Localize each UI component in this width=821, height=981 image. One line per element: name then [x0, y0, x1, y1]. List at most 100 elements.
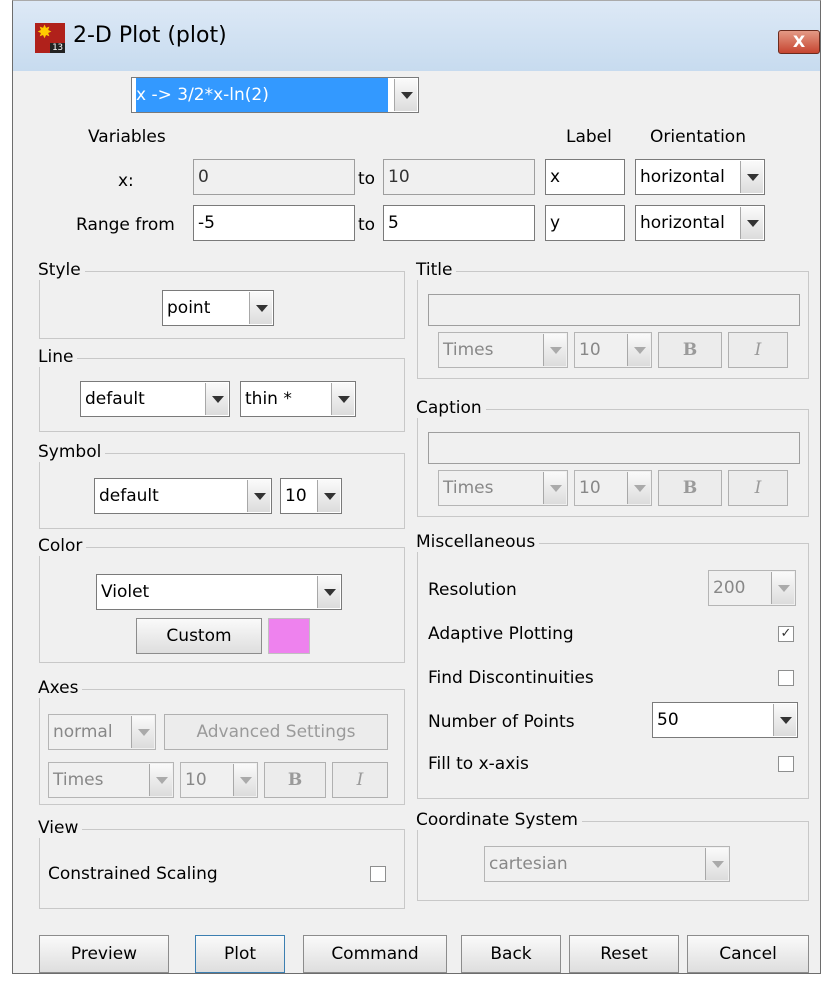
chevron-down-icon[interactable] — [627, 334, 650, 366]
chevron-down-icon[interactable] — [740, 207, 763, 239]
caption-legend: Caption — [416, 398, 486, 418]
color-swatch[interactable] — [268, 618, 310, 654]
coordinate-system-group: Coordinate System cartesian — [416, 810, 809, 901]
resolution-select[interactable]: 200 — [708, 570, 796, 606]
y-axis-label-field[interactable]: y — [545, 205, 625, 241]
preview-button[interactable]: Preview — [39, 935, 169, 973]
symbol-select[interactable]: default — [94, 478, 272, 514]
line-legend: Line — [38, 347, 78, 367]
caption-size-select[interactable]: 10 — [574, 470, 652, 506]
coordinate-system-legend: Coordinate System — [416, 810, 582, 830]
resolution-label: Resolution — [428, 580, 517, 600]
constrained-scaling-checkbox[interactable] — [370, 866, 386, 882]
fill-to-x-axis-label: Fill to x-axis — [428, 754, 529, 774]
chevron-down-icon[interactable] — [627, 472, 650, 504]
y-orientation-select[interactable]: horizontal — [635, 205, 765, 241]
caption-italic-button[interactable]: I — [728, 470, 788, 506]
orientation-header: Orientation — [650, 127, 746, 147]
color-select[interactable]: Violet — [96, 574, 342, 610]
chevron-down-icon[interactable] — [331, 383, 354, 415]
axes-bold-button[interactable]: B — [264, 762, 326, 798]
x-variable-label: x: — [118, 171, 134, 191]
caption-text-field[interactable] — [428, 432, 800, 464]
x-orientation-select[interactable]: horizontal — [635, 159, 765, 195]
back-button[interactable]: Back — [461, 935, 561, 973]
chevron-down-icon[interactable] — [317, 480, 340, 512]
to-label: to — [358, 215, 376, 235]
axes-size-select[interactable]: 10 — [180, 762, 258, 798]
variables-header: Variables — [88, 127, 166, 147]
style-select[interactable]: point — [162, 290, 274, 326]
title-bar: ✸ 13 2-D Plot (plot) X — [13, 1, 820, 71]
chevron-down-icon[interactable] — [233, 764, 256, 796]
title-size-select[interactable]: 10 — [574, 332, 652, 368]
chevron-down-icon[interactable] — [740, 161, 763, 193]
find-discontinuities-label: Find Discontinuities — [428, 668, 594, 688]
chevron-down-icon[interactable] — [705, 848, 728, 880]
adaptive-plotting-checkbox[interactable]: ✓ — [778, 626, 794, 642]
symbol-legend: Symbol — [38, 442, 106, 462]
symbol-size-select[interactable]: 10 — [280, 478, 342, 514]
command-button[interactable]: Command — [303, 935, 447, 973]
chevron-down-icon[interactable] — [149, 764, 172, 796]
title-text-field[interactable] — [428, 294, 800, 326]
number-of-points-select[interactable]: 50 — [652, 702, 798, 738]
line-group: Line default thin * — [38, 347, 405, 432]
to-label: to — [358, 169, 376, 189]
axes-font-select[interactable]: Times — [48, 762, 174, 798]
axes-mode-select[interactable]: normal — [48, 714, 156, 750]
app-icon: ✸ 13 — [35, 22, 65, 53]
expression-select[interactable]: x -> 3/2*x-ln(2) — [131, 77, 419, 113]
chevron-down-icon[interactable] — [394, 79, 417, 111]
miscellaneous-legend: Miscellaneous — [416, 532, 540, 552]
line-style-select[interactable]: default — [80, 381, 230, 417]
chevron-down-icon[interactable] — [543, 472, 566, 504]
chevron-down-icon[interactable] — [247, 480, 270, 512]
color-group: Color Violet Custom — [38, 536, 405, 663]
window-title: 2-D Plot (plot) — [73, 23, 227, 48]
title-italic-button[interactable]: I — [728, 332, 788, 368]
line-thickness-select[interactable]: thin * — [240, 381, 356, 417]
chevron-down-icon[interactable] — [249, 292, 272, 324]
close-button[interactable]: X — [778, 30, 820, 54]
plot-dialog: ✸ 13 2-D Plot (plot) X x -> 3/2*x-ln(2) V… — [12, 0, 821, 974]
advanced-settings-button[interactable]: Advanced Settings — [164, 714, 388, 750]
chevron-down-icon[interactable] — [771, 572, 794, 604]
symbol-group: Symbol default 10 — [38, 442, 405, 529]
caption-font-select[interactable]: Times — [438, 470, 568, 506]
x-axis-label-field[interactable]: x — [545, 159, 625, 195]
title-bold-button[interactable]: B — [658, 332, 722, 368]
custom-color-button[interactable]: Custom — [136, 618, 262, 654]
range-to-field[interactable]: 5 — [383, 205, 535, 241]
caption-bold-button[interactable]: B — [658, 470, 722, 506]
adaptive-plotting-label: Adaptive Plotting — [428, 624, 574, 644]
cancel-button[interactable]: Cancel — [687, 935, 809, 973]
reset-button[interactable]: Reset — [569, 935, 679, 973]
x-from-field[interactable]: 0 — [193, 159, 355, 195]
caption-group: Caption Times 10 B I — [416, 398, 809, 517]
range-from-field[interactable]: -5 — [193, 205, 355, 241]
axes-italic-button[interactable]: I — [332, 762, 388, 798]
fill-to-x-axis-checkbox[interactable] — [778, 756, 794, 772]
view-legend: View — [38, 818, 83, 838]
view-group: View Constrained Scaling — [38, 818, 405, 909]
chevron-down-icon[interactable] — [773, 704, 796, 736]
x-to-field[interactable]: 10 — [383, 159, 535, 195]
style-legend: Style — [38, 260, 85, 280]
number-of-points-label: Number of Points — [428, 712, 575, 732]
title-legend: Title — [416, 260, 457, 280]
constrained-scaling-label: Constrained Scaling — [48, 864, 218, 884]
chevron-down-icon[interactable] — [543, 334, 566, 366]
chevron-down-icon[interactable] — [131, 716, 154, 748]
axes-group: Axes normal Advanced Settings Times 10 B… — [38, 678, 405, 805]
chevron-down-icon[interactable] — [205, 383, 228, 415]
plot-button[interactable]: Plot — [195, 935, 285, 973]
find-discontinuities-checkbox[interactable] — [778, 670, 794, 686]
color-legend: Color — [38, 536, 87, 556]
axes-legend: Axes — [38, 678, 83, 698]
title-font-select[interactable]: Times — [438, 332, 568, 368]
range-label: Range from — [76, 215, 175, 235]
coordinate-system-select[interactable]: cartesian — [484, 846, 730, 882]
style-group: Style point — [38, 260, 405, 339]
chevron-down-icon[interactable] — [317, 576, 340, 608]
